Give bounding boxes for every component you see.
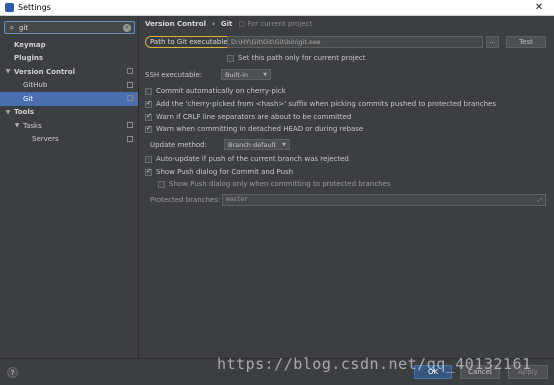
ssh-select[interactable]: Built-in ▼ xyxy=(221,69,271,80)
project-scope-icon xyxy=(127,81,133,88)
sidebar-item-version-control[interactable]: ▼ Version Control xyxy=(0,65,138,79)
project-scope-icon xyxy=(127,95,133,101)
expand-arrow-icon[interactable]: ▼ xyxy=(4,68,12,75)
commit-cherry-label: Commit automatically on cherry-pick xyxy=(156,87,286,95)
sidebar-item-label: Plugins xyxy=(14,54,44,63)
expand-arrow-icon[interactable]: ▼ xyxy=(13,122,21,129)
add-suffix-checkbox[interactable] xyxy=(145,99,152,108)
sidebar-item-servers[interactable]: Servers xyxy=(0,133,138,147)
sidebar-item-tools[interactable]: ▼ Tools xyxy=(0,106,138,120)
show-push-protected-row[interactable]: Show Push dialog only when committing to… xyxy=(158,180,391,188)
expand-arrow-icon[interactable]: ▼ xyxy=(4,109,12,116)
protected-branches-input[interactable]: master ⤢ xyxy=(222,194,546,206)
close-icon[interactable]: ✕ xyxy=(524,2,554,13)
search-icon: ⌕ xyxy=(9,22,15,32)
add-suffix-label: Add the 'cherry-picked from <hash>' suff… xyxy=(156,100,496,108)
ssh-label: SSH executable: xyxy=(145,70,203,79)
auto-update-label: Auto-update if push of the current branc… xyxy=(156,155,349,163)
project-scope-icon xyxy=(127,68,133,74)
help-button[interactable]: ? xyxy=(7,367,18,378)
breadcrumb: Version Control › Git ▢ For current proj… xyxy=(145,20,312,28)
sidebar-item-keymap[interactable]: Keymap xyxy=(0,38,138,52)
set-path-only-row[interactable]: Set this path only for current project xyxy=(227,54,366,62)
chevron-down-icon: ▼ xyxy=(282,141,286,148)
sidebar-item-label: GitHub xyxy=(23,81,48,90)
test-button[interactable]: Test xyxy=(506,36,546,48)
path-label: Path to Git executable: xyxy=(145,36,235,48)
warn-detached-checkbox[interactable] xyxy=(145,124,152,133)
sidebar-item-label: Keymap xyxy=(14,40,46,49)
show-push-row[interactable]: Show Push dialog for Commit and Push xyxy=(145,167,294,176)
sidebar-item-github[interactable]: GitHub xyxy=(0,79,138,93)
main-panel: Version Control › Git ▢ For current proj… xyxy=(139,16,554,358)
sidebar-item-label: Version Control xyxy=(14,67,75,76)
warn-crlf-checkbox[interactable] xyxy=(145,112,152,121)
git-path-input[interactable]: D:\HY\Git\Git\Git\bin\git.exe xyxy=(227,36,483,48)
app-icon xyxy=(5,3,14,12)
breadcrumb-parent: Version Control xyxy=(145,20,206,28)
settings-tree: Keymap Plugins ▼ Version Control GitHub Git ▼ T… xyxy=(0,38,138,146)
set-path-only-label: Set this path only for current project xyxy=(238,54,366,62)
project-scope-note: ▢ For current project xyxy=(238,20,313,28)
sidebar-item-git[interactable]: Git xyxy=(0,92,138,106)
browse-button[interactable]: ... xyxy=(486,36,499,48)
search-input[interactable]: git xyxy=(19,24,123,32)
protected-branches-row: Protected branches: xyxy=(150,196,220,204)
project-scope-icon xyxy=(127,122,133,128)
search-field[interactable]: ⌕ git × xyxy=(4,21,135,34)
expand-icon[interactable]: ⤢ xyxy=(537,196,542,206)
warn-crlf-row[interactable]: Warn if CRLF line separators are about t… xyxy=(145,112,352,121)
ssh-row: SSH executable: Built-in ▼ xyxy=(145,69,271,80)
clear-search-icon[interactable]: × xyxy=(123,23,131,32)
show-push-checkbox[interactable] xyxy=(145,167,152,176)
protected-branches-label: Protected branches: xyxy=(150,196,221,204)
update-method-label: Update method: xyxy=(150,140,207,149)
set-path-only-checkbox[interactable] xyxy=(227,54,234,62)
sidebar-item-label: Tools xyxy=(14,108,35,117)
commit-cherry-checkbox[interactable] xyxy=(145,87,152,95)
sidebar-item-tasks[interactable]: ▼ Tasks xyxy=(0,119,138,133)
breadcrumb-current: Git xyxy=(220,20,233,28)
project-scope-icon xyxy=(127,135,133,142)
update-method-select[interactable]: Branch default ▼ xyxy=(224,139,290,150)
auto-update-checkbox[interactable] xyxy=(145,155,152,163)
sidebar: ⌕ git × Keymap Plugins ▼ Version Control Git… xyxy=(0,16,139,358)
show-push-label: Show Push dialog for Commit and Push xyxy=(156,168,294,176)
sidebar-item-plugins[interactable]: Plugins xyxy=(0,52,138,66)
window-title: Settings xyxy=(18,3,51,12)
add-suffix-row[interactable]: Add the 'cherry-picked from <hash>' suff… xyxy=(145,99,496,108)
auto-update-row[interactable]: Auto-update if push of the current branc… xyxy=(145,155,349,163)
breadcrumb-separator: › xyxy=(211,20,215,28)
title-bar: Settings ✕ xyxy=(0,0,554,16)
warn-detached-label: Warn when committing in detached HEAD or… xyxy=(156,125,364,133)
warn-crlf-label: Warn if CRLF line separators are about t… xyxy=(156,113,352,121)
chevron-down-icon: ▼ xyxy=(263,71,267,78)
show-push-protected-checkbox[interactable] xyxy=(158,180,165,188)
sidebar-item-label: Servers xyxy=(32,135,59,144)
sidebar-item-label: Git xyxy=(23,94,34,103)
commit-cherry-row[interactable]: Commit automatically on cherry-pick xyxy=(145,87,286,95)
path-row: Path to Git executable: xyxy=(145,36,235,48)
warn-detached-row[interactable]: Warn when committing in detached HEAD or… xyxy=(145,124,364,133)
sidebar-item-label: Tasks xyxy=(23,121,42,130)
show-push-protected-label: Show Push dialog only when committing to… xyxy=(169,180,391,188)
watermark: https://blog.csdn.net/qq_40132161 xyxy=(217,355,532,373)
update-method-row: Update method: Branch default ▼ xyxy=(150,139,290,150)
